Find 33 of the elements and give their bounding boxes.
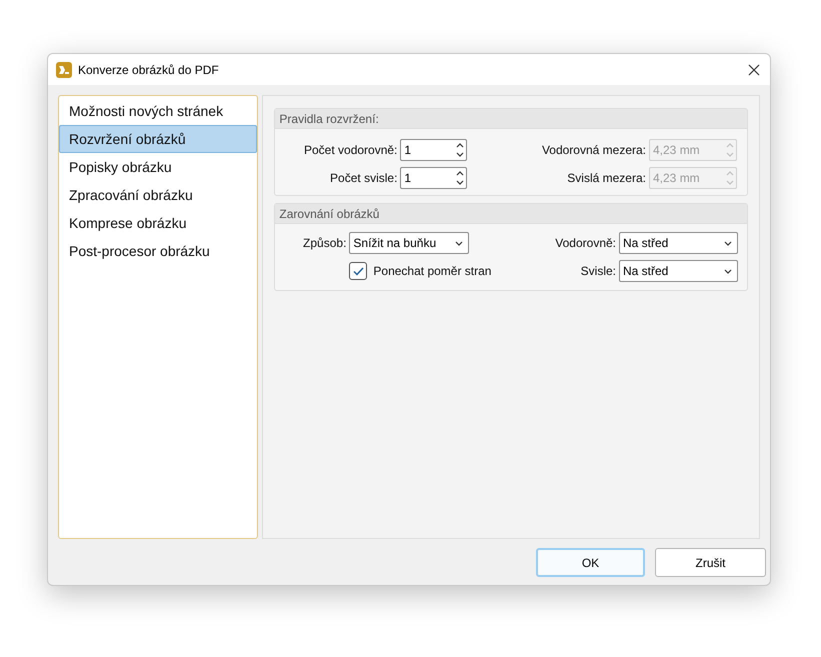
number-spinner[interactable]: 1 — [400, 139, 468, 161]
sidebar-item[interactable]: Možnosti nových stránek — [59, 97, 258, 125]
number-spinner[interactable]: 1 — [400, 167, 468, 189]
checkbox[interactable] — [349, 262, 368, 280]
check-icon — [352, 266, 364, 276]
window-title: Konverze obrázků do PDF — [78, 62, 219, 78]
spinner-arrows-icon[interactable] — [456, 142, 464, 158]
caret-icon — [455, 240, 464, 246]
dropdown[interactable]: Snížit na buňku — [349, 232, 470, 254]
group-title: Zarovnání obrázků — [275, 204, 747, 224]
field-label: Počet vodorovně: — [303, 142, 398, 159]
field-label: Svislá mezera: — [567, 170, 646, 187]
app-logo-icon — [56, 62, 72, 78]
group-title: Pravidla rozvržení: — [275, 109, 747, 129]
spinner-arrows-icon[interactable] — [456, 170, 464, 186]
sidebar-item[interactable]: Popisky obrázku — [59, 153, 258, 181]
field-label: Vodorovná mezera: — [542, 142, 646, 159]
close-icon[interactable] — [748, 64, 760, 76]
field-label: Počet svisle: — [329, 170, 398, 187]
ok-button[interactable]: OK — [536, 548, 645, 577]
dropdown[interactable]: Na střed — [619, 260, 738, 282]
field-label: Způsob: — [302, 235, 346, 252]
dropdown[interactable]: Na střed — [619, 232, 738, 254]
sidebar-item[interactable]: Post-procesor obrázku — [59, 237, 258, 265]
field-label: Vodorovně: — [555, 235, 616, 252]
checkbox-label: Ponechat poměr stran — [373, 263, 492, 280]
sidebar-item[interactable]: Zpracování obrázku — [59, 181, 258, 209]
sidebar-item[interactable]: Rozvržení obrázků — [59, 125, 258, 153]
caret-icon — [724, 268, 732, 274]
cancel-button[interactable]: Zrušit — [655, 548, 766, 577]
field-label: Svisle: — [580, 263, 616, 280]
caret-icon — [724, 240, 732, 246]
sidebar-item[interactable]: Komprese obrázku — [59, 209, 258, 237]
